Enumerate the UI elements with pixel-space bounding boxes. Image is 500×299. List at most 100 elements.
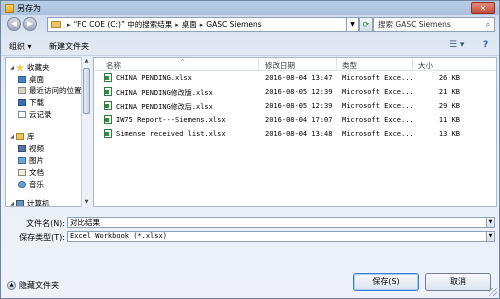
table-row[interactable]: CHINA PENDING.xlsx 2016-08-04 13:47 Micros… — [94, 72, 496, 84]
view-options-icon[interactable]: ☰ ▾ — [449, 40, 464, 50]
scroll-up-icon[interactable]: ▲ — [82, 57, 91, 66]
hide-folders-button[interactable]: ▲ 隐藏文件夹 — [7, 279, 59, 291]
address-dropdown-icon[interactable]: ▼ — [347, 17, 359, 32]
folder-icon — [51, 21, 61, 28]
file-date: 2016-08-04 17:07 — [265, 116, 333, 124]
search-icon[interactable]: ⌕ — [482, 20, 494, 30]
file-type: Microsoft Exce... — [342, 88, 414, 96]
command-bar: 组织 ▾ 新建文件夹 ☰ ▾ ? — [1, 37, 499, 56]
nav-favorites[interactable]: ◢ 收藏夹 — [8, 62, 49, 73]
address-bar[interactable]: ▸ “FC COE (C:)” 中的搜索结果 ▸ 桌面 ▸ GASC Sieme… — [47, 17, 347, 32]
new-folder-button[interactable]: 新建文件夹 — [49, 41, 89, 52]
help-icon[interactable]: ? — [483, 40, 488, 50]
filetype-label: 保存类型(T): — [19, 233, 65, 242]
file-size: 26 KB — [438, 74, 460, 82]
resize-grip-icon[interactable] — [489, 288, 497, 296]
computer-icon — [16, 200, 24, 206]
column-name[interactable]: 名称 — [106, 60, 121, 71]
excel-file-icon — [104, 129, 112, 138]
nav-desktop[interactable]: 桌面 — [18, 74, 44, 85]
nav-scrollbar[interactable]: ▲ ▼ — [81, 57, 91, 207]
save-as-dialog: 另存为 ✕ ◀ ▶ ▸ “FC COE (C:)” 中的搜索结果 ▸ 桌面 ▸ … — [0, 0, 500, 299]
chevron-icon: ▸ — [67, 20, 71, 29]
filename-dropdown-icon[interactable]: ▼ — [486, 217, 495, 228]
breadcrumb-desktop[interactable]: 桌面 — [182, 19, 197, 30]
dialog-footer: ▲ 隐藏文件夹 保存(S) 取消 — [1, 263, 499, 297]
nav-documents[interactable]: 文档 — [18, 167, 44, 178]
collapse-icon[interactable]: ◢ — [8, 134, 16, 140]
library-icon — [16, 133, 24, 140]
breadcrumb-search-results[interactable]: “FC COE (C:)” 中的搜索结果 — [74, 19, 173, 30]
cancel-button[interactable]: 取消 — [425, 273, 491, 291]
nav-videos[interactable]: 视频 — [18, 143, 44, 154]
save-button[interactable]: 保存(S) — [353, 273, 419, 291]
title-bar: 另存为 ✕ — [1, 1, 499, 15]
chevron-icon: ▸ — [175, 20, 179, 29]
table-row[interactable]: CHINA PENDING修改后.xlsx 2016-08-05 12:39 Mic… — [94, 100, 496, 112]
back-icon[interactable]: ◀ — [7, 17, 21, 31]
forward-icon[interactable]: ▶ — [23, 17, 37, 31]
nav-label: 最近访问的位置 — [29, 86, 82, 95]
close-button[interactable]: ✕ — [471, 2, 495, 14]
file-date: 2016-08-04 13:48 — [265, 130, 333, 138]
file-name: CHINA PENDING.xlsx — [116, 74, 192, 82]
excel-file-icon — [104, 101, 112, 110]
nav-recent[interactable]: 最近访问的位置 — [18, 85, 82, 96]
chevron-up-icon: ▲ — [7, 280, 16, 290]
filename-input[interactable]: 对比结果 — [67, 217, 491, 228]
search-placeholder: 搜索 GASC Siemens — [378, 20, 451, 29]
filetype-row: 保存类型(T): Excel Workbook (*.xlsx) ▼ — [1, 231, 499, 243]
filetype-select[interactable]: Excel Workbook (*.xlsx) — [67, 231, 491, 242]
file-type: Microsoft Exce... — [342, 130, 414, 138]
downloads-icon — [18, 99, 26, 106]
scroll-down-icon[interactable]: ▼ — [82, 198, 91, 207]
hide-folders-label: 隐藏文件夹 — [19, 280, 59, 290]
navigation-pane: ◢ 收藏夹 桌面 最近访问的位置 下载 云记录 ◢ 库 视频 图片 文档 音乐 ◢ 计… — [5, 57, 91, 207]
window-title: 另存为 — [17, 3, 41, 13]
nav-label: 下载 — [29, 98, 44, 107]
filetype-dropdown-icon[interactable]: ▼ — [486, 231, 495, 242]
excel-file-icon — [104, 115, 112, 124]
nav-label: 图片 — [29, 156, 44, 165]
nav-label: 计算机 — [27, 199, 50, 207]
filename-label: 文件名(N): — [26, 219, 65, 228]
scrollbar-thumb[interactable] — [83, 68, 90, 114]
table-row[interactable]: CHINA PENDING修改版.xlsx 2016-08-05 12:39 Mic… — [94, 86, 496, 98]
table-row[interactable]: Simense received list.xlsx 2016-08-04 13:… — [94, 128, 496, 140]
address-row: ◀ ▶ ▸ “FC COE (C:)” 中的搜索结果 ▸ 桌面 ▸ GASC S… — [1, 15, 499, 35]
nav-music[interactable]: 音乐 — [18, 179, 44, 190]
desktop-icon — [18, 76, 26, 83]
picture-icon — [18, 157, 26, 164]
collapse-icon[interactable]: ◢ — [8, 65, 16, 71]
file-date: 2016-08-04 13:47 — [265, 74, 333, 82]
nav-cloud[interactable]: 云记录 — [18, 109, 52, 120]
organize-button[interactable]: 组织 ▾ — [9, 41, 32, 52]
file-list: 名称 ^ 修改日期 类型 大小 CHINA PENDING.xlsx 2016-0… — [93, 57, 497, 207]
star-icon — [16, 64, 24, 71]
nav-libraries[interactable]: ◢ 库 — [8, 131, 35, 142]
file-type: Microsoft Exce... — [342, 74, 414, 82]
column-date[interactable]: 修改日期 — [265, 60, 295, 71]
file-date: 2016-08-05 12:39 — [265, 102, 333, 110]
table-row[interactable]: IW75 Report---Siemens.xlsx 2016-08-04 17:… — [94, 114, 496, 126]
nav-pictures[interactable]: 图片 — [18, 155, 44, 166]
nav-label: 库 — [27, 132, 35, 141]
nav-computer[interactable]: ◢ 计算机 — [8, 198, 50, 207]
excel-file-icon — [104, 73, 112, 82]
collapse-icon[interactable]: ◢ — [8, 201, 16, 207]
nav-label: 视频 — [29, 144, 44, 153]
chevron-icon: ▸ — [199, 20, 204, 29]
nav-label: 桌面 — [29, 75, 44, 84]
nav-label: 文档 — [29, 168, 44, 177]
file-type: Microsoft Exce... — [342, 116, 414, 124]
file-name: CHINA PENDING修改版.xlsx — [116, 89, 213, 97]
nav-downloads[interactable]: 下载 — [18, 97, 44, 108]
breadcrumb-gasc[interactable]: GASC Siemens — [206, 20, 261, 29]
search-input[interactable]: 搜索 GASC Siemens ⌕ — [373, 17, 495, 32]
refresh-icon[interactable]: ⟳ — [359, 17, 373, 32]
file-name: CHINA PENDING修改后.xlsx — [116, 103, 213, 111]
sort-up-icon: ^ — [180, 59, 186, 66]
column-size[interactable]: 大小 — [418, 60, 433, 71]
column-type[interactable]: 类型 — [342, 60, 357, 71]
music-icon — [18, 181, 26, 188]
